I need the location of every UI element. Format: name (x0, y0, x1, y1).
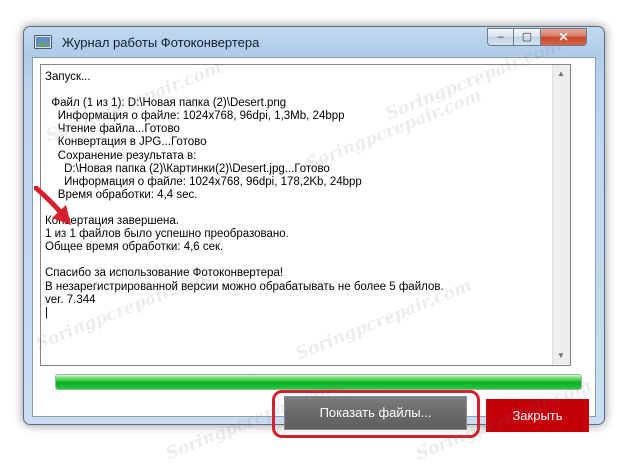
log-line: D:\Новая папка (2)\Картинки(2)\Desert.jp… (45, 162, 330, 175)
progress-bar (55, 374, 582, 390)
maximize-button[interactable]: ▢ (514, 28, 541, 46)
text-caret: | (45, 306, 48, 319)
close-window-button[interactable]: ✕ (541, 28, 587, 46)
dialog-content: Запуск... Файл (1 из 1): D:\Новая папка … (32, 57, 596, 438)
vertical-scrollbar[interactable]: ▲ ▼ (552, 65, 570, 365)
minimize-button[interactable]: – (487, 28, 514, 46)
log-line: В незарегистрированной версии можно обра… (45, 280, 444, 293)
log-line: Спасибо за использование Фотоконвертера! (45, 267, 284, 280)
log-line: Файл (1 из 1): D:\Новая папка (2)\Desert… (45, 97, 287, 110)
log-line: ver. 7.344 (45, 293, 96, 306)
log-text: Запуск... Файл (1 из 1): D:\Новая папка … (45, 71, 444, 320)
log-line: Конвертация в JPG...Готово (45, 136, 207, 149)
log-textarea[interactable]: Запуск... Файл (1 из 1): D:\Новая папка … (40, 64, 571, 366)
maximize-icon: ▢ (521, 31, 533, 43)
log-line: Чтение файла...Готово (45, 123, 180, 136)
log-line: Сохранение результата в: (45, 149, 197, 162)
scroll-up-icon[interactable]: ▲ (553, 66, 569, 82)
minimize-icon: – (497, 31, 504, 43)
log-line: Общее время обработки: 4,6 сек. (45, 241, 224, 254)
title-bar[interactable]: Журнал работы Фотоконвертера – ▢ ✕ (24, 27, 604, 57)
close-button[interactable]: Закрыть (486, 399, 589, 432)
log-line: 1 из 1 файлов было успешно преобразовано… (45, 228, 289, 241)
app-icon (34, 35, 52, 49)
show-files-button[interactable]: Показать файлы... (284, 396, 467, 430)
scroll-down-icon[interactable]: ▼ (553, 348, 569, 364)
progress-fill (56, 375, 581, 389)
red-arrow-icon (34, 186, 71, 225)
close-icon: ✕ (558, 30, 569, 44)
log-line: Запуск... (45, 71, 91, 83)
window-title: Журнал работы Фотоконвертера (62, 35, 260, 50)
log-line: Информация о файле: 1024x768, 96dpi, 1,3… (45, 110, 345, 123)
dialog-window: Журнал работы Фотоконвертера – ▢ ✕ Запус… (23, 26, 605, 438)
log-line: Информация о файле: 1024x768, 96dpi, 178… (45, 175, 362, 188)
